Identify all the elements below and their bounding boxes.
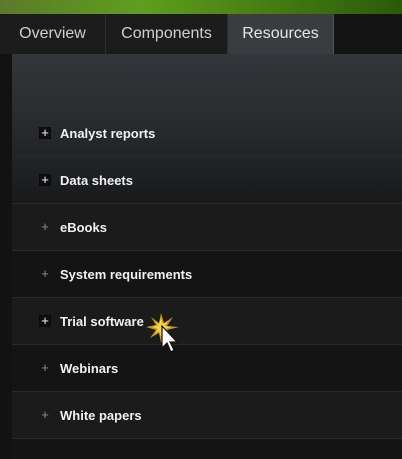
plus-icon: + (39, 126, 51, 139)
plus-icon: + (41, 266, 49, 281)
resources-list: + Analyst reports + Data sheets + eBooks… (12, 110, 402, 439)
plus-icon: + (41, 219, 49, 234)
list-item-label: eBooks (60, 219, 107, 235)
list-item[interactable]: + Webinars (12, 345, 402, 392)
page: Overview Components Resources + Analyst … (0, 0, 402, 459)
mouse-cursor-icon (146, 313, 179, 353)
list-item[interactable]: + Data sheets (12, 157, 402, 204)
top-banner (0, 0, 402, 14)
list-item-label: System requirements (60, 266, 193, 282)
list-item-label: Webinars (60, 360, 119, 376)
plus-icon: + (41, 360, 49, 375)
plus-icon: + (39, 314, 51, 327)
list-item-label: Data sheets (60, 172, 133, 188)
tab-overview[interactable]: Overview (0, 14, 106, 54)
plus-icon: + (39, 173, 51, 186)
list-item-label: Analyst reports (60, 125, 156, 141)
list-item-label: Trial software (60, 313, 144, 329)
list-item[interactable]: + eBooks (12, 204, 402, 251)
list-item-label: White papers (60, 407, 142, 423)
tab-resources[interactable]: Resources (228, 14, 334, 54)
tab-components[interactable]: Components (106, 14, 228, 54)
list-item[interactable]: + White papers (12, 392, 402, 439)
list-item[interactable]: + System requirements (12, 251, 402, 298)
tab-bar: Overview Components Resources (0, 14, 402, 54)
list-item[interactable]: + Analyst reports (12, 110, 402, 157)
list-item[interactable]: + Trial software (12, 298, 402, 345)
plus-icon: + (41, 407, 49, 422)
